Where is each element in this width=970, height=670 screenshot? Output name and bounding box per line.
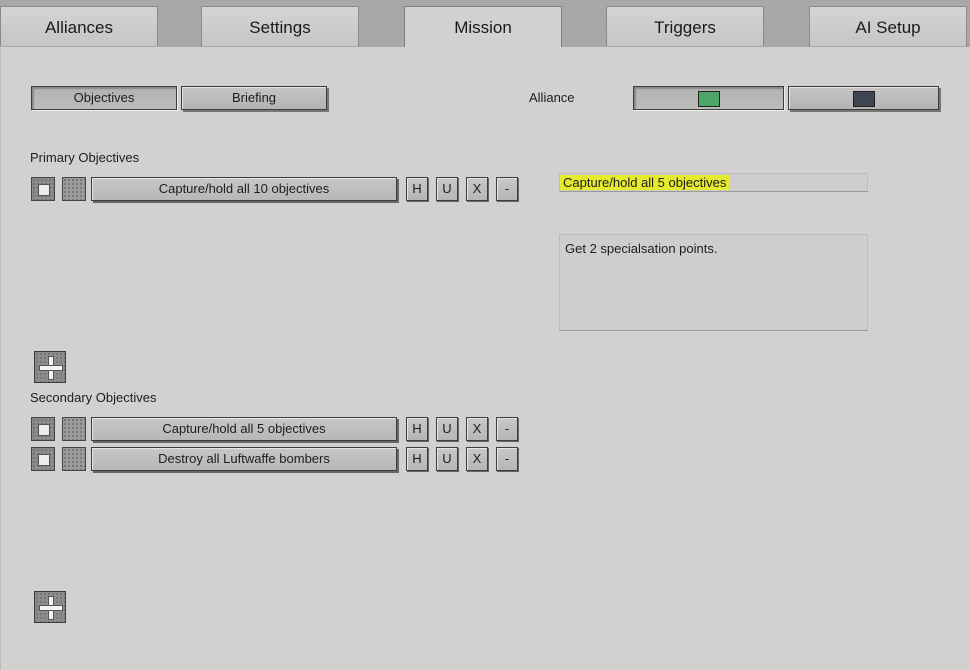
alliance-label: Alliance [529,90,575,105]
objectives-tab-button[interactable]: Objectives [31,86,177,110]
green-swatch-icon [698,91,720,107]
checkbox-icon [38,184,50,196]
objective-title-text: Capture/hold all 5 objectives [560,175,730,190]
secondary-objective-remove-button[interactable]: - [496,417,518,441]
objective-description-textarea[interactable]: Get 2 specialsation points. [559,234,868,331]
checkbox-icon [38,454,50,466]
objective-title-input[interactable]: Capture/hold all 5 objectives [559,173,868,192]
alliance-green-button[interactable] [633,86,784,110]
briefing-tab-button[interactable]: Briefing [181,86,327,110]
secondary-objective-checkbox[interactable] [31,417,55,441]
add-primary-objective-button[interactable] [34,351,66,383]
secondary-objective-u-button[interactable]: U [436,417,458,441]
dark-swatch-icon [853,91,875,107]
tab-mission[interactable]: Mission [404,6,562,48]
secondary-objective-name-button[interactable]: Destroy all Luftwaffe bombers [91,447,397,471]
secondary-objectives-heading: Secondary Objectives [30,390,157,405]
secondary-objective-x-button[interactable]: X [466,417,488,441]
objective-description-text: Get 2 specialsation points. [565,241,718,256]
tab-alliances[interactable]: Alliances [0,6,158,46]
primary-objective-checkbox[interactable] [31,177,55,201]
secondary-objective-h-button[interactable]: H [406,447,428,471]
secondary-objective-remove-button[interactable]: - [496,447,518,471]
add-secondary-objective-button[interactable] [34,591,66,623]
tab-ai-setup[interactable]: AI Setup [809,6,967,46]
primary-objective-remove-button[interactable]: - [496,177,518,201]
mission-panel [0,47,970,670]
tab-bar: Alliances Settings Mission Triggers AI S… [0,0,970,48]
secondary-objective-h-button[interactable]: H [406,417,428,441]
primary-objective-name-button[interactable]: Capture/hold all 10 objectives [91,177,397,201]
checkbox-icon [38,424,50,436]
secondary-objective-toggle[interactable] [62,447,86,471]
primary-objectives-heading: Primary Objectives [30,150,140,165]
primary-objective-x-button[interactable]: X [466,177,488,201]
secondary-objective-name-button[interactable]: Capture/hold all 5 objectives [91,417,397,441]
tab-settings[interactable]: Settings [201,6,359,46]
alliance-blue-button[interactable] [788,86,939,110]
primary-objective-toggle[interactable] [62,177,86,201]
secondary-objective-toggle[interactable] [62,417,86,441]
secondary-objective-checkbox[interactable] [31,447,55,471]
secondary-objective-u-button[interactable]: U [436,447,458,471]
tab-triggers[interactable]: Triggers [606,6,764,46]
secondary-objective-x-button[interactable]: X [466,447,488,471]
primary-objective-u-button[interactable]: U [436,177,458,201]
primary-objective-h-button[interactable]: H [406,177,428,201]
